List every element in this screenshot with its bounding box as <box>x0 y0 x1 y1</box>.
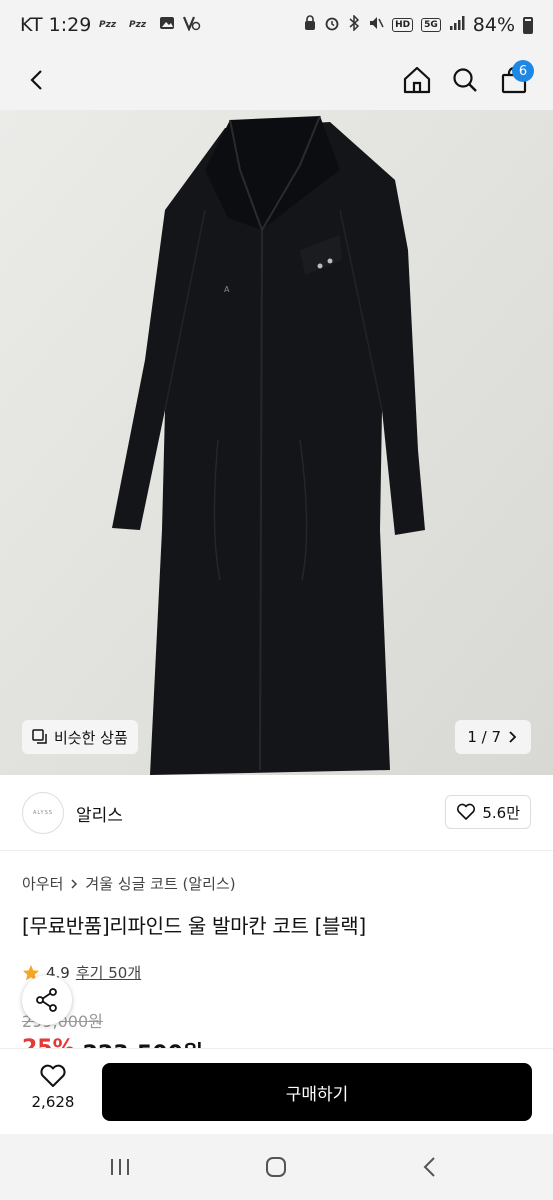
system-navigation-bar <box>0 1134 553 1200</box>
brand-like-button[interactable]: 5.6만 <box>445 795 531 829</box>
chevron-right-icon <box>509 731 517 743</box>
product-image[interactable]: A 비슷한 상품 1 / 7 <box>0 110 553 775</box>
back-nav-button[interactable] <box>410 1150 450 1184</box>
svg-text:Pzz: Pzz <box>99 20 117 30</box>
copy-icon <box>32 729 47 744</box>
buy-button[interactable]: 구매하기 <box>102 1063 532 1121</box>
breadcrumb-subcategory[interactable]: 겨울 싱글 코트 (알리스) <box>85 873 235 894</box>
bluetooth-icon <box>348 14 360 35</box>
heart-icon <box>457 803 476 820</box>
volte-icon <box>183 15 201 35</box>
cart-button[interactable]: 6 <box>490 56 538 104</box>
brand-name[interactable]: 알리스 <box>76 801 123 826</box>
notification-app-icon: Pzz <box>99 16 121 34</box>
share-button[interactable] <box>22 975 72 1025</box>
wishlist-count: 2,628 <box>31 1093 75 1111</box>
breadcrumb-category[interactable]: 아우터 <box>22 873 63 894</box>
share-icon <box>36 988 57 1012</box>
signal-icon <box>449 15 465 35</box>
status-bar: KT 1:29 Pzz Pzz HD 5G 84% <box>0 0 553 50</box>
similar-products-label: 비슷한 상품 <box>54 728 128 747</box>
image-pager-text: 1 / 7 <box>467 728 501 746</box>
recent-apps-button[interactable] <box>100 1150 140 1184</box>
back-button[interactable] <box>14 56 62 104</box>
status-left: KT 1:29 Pzz Pzz <box>20 14 201 36</box>
heart-icon <box>40 1064 66 1087</box>
brand-logo-text: ALYSS <box>33 810 53 816</box>
bottom-action-bar: 2,628 구매하기 <box>0 1048 553 1134</box>
notification-app-icon-2: Pzz <box>129 16 151 34</box>
chevron-left-icon <box>423 1157 435 1177</box>
similar-products-button[interactable]: 비슷한 상품 <box>22 720 138 754</box>
network-badge: 5G <box>421 18 441 32</box>
search-icon <box>453 68 477 92</box>
search-button[interactable] <box>441 56 489 104</box>
mute-icon <box>368 15 384 35</box>
carrier-time: KT 1:29 <box>20 14 92 36</box>
app-header: 6 <box>0 50 553 110</box>
alarm-icon <box>324 15 340 35</box>
battery-percent: 84% <box>472 14 515 36</box>
status-right: HD 5G 84% <box>304 14 533 36</box>
image-pager-button[interactable]: 1 / 7 <box>455 720 531 754</box>
brand-like-count: 5.6만 <box>482 803 520 822</box>
product-title: [무료반품]리파인드 울 발마칸 코트 [블랙] <box>22 914 366 938</box>
wishlist-button[interactable]: 2,628 <box>22 1063 84 1111</box>
coat-illustration: A <box>0 110 553 775</box>
brand-row[interactable]: ALYSS 알리스 5.6만 <box>0 775 553 851</box>
home-nav-icon <box>266 1157 286 1177</box>
battery-icon <box>523 16 533 34</box>
svg-text:A: A <box>224 285 230 294</box>
chevron-right-icon <box>71 878 78 889</box>
breadcrumb: 아우터 겨울 싱글 코트 (알리스) <box>22 873 236 894</box>
chevron-left-icon <box>30 70 42 90</box>
hd-badge: HD <box>392 18 414 32</box>
svg-text:Pzz: Pzz <box>129 20 147 30</box>
recent-apps-icon <box>111 1159 129 1175</box>
cart-count-badge: 6 <box>512 60 534 82</box>
home-button[interactable] <box>393 56 441 104</box>
reviews-link[interactable]: 후기 50개 <box>76 962 141 983</box>
brand-logo[interactable]: ALYSS <box>22 792 64 834</box>
home-nav-button[interactable] <box>256 1150 296 1184</box>
home-icon <box>403 66 431 94</box>
lock-icon <box>304 15 316 35</box>
gallery-icon <box>159 15 175 35</box>
